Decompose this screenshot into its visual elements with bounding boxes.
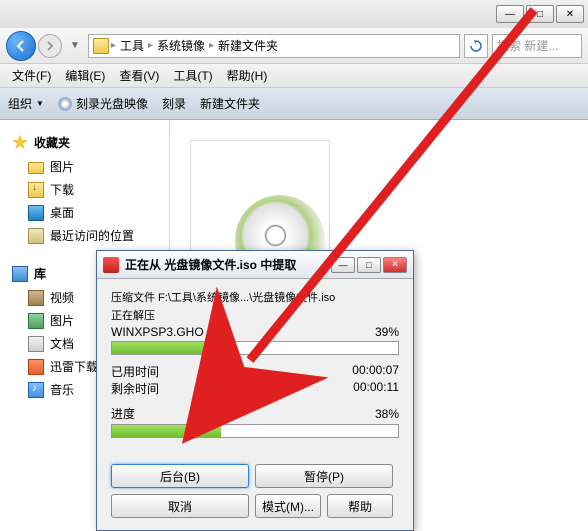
libraries-label: 库: [34, 265, 46, 282]
toolbar: 组织 ▼ 刻录光盘映像 刻录 新建文件夹: [0, 88, 588, 120]
desktop-icon: [28, 205, 44, 221]
sidebar-item-label: 最近访问的位置: [50, 227, 134, 244]
cancel-button[interactable]: 取消: [111, 494, 249, 518]
folder-icon: [28, 162, 44, 174]
pause-button[interactable]: 暂停(P): [255, 464, 393, 488]
sidebar-item-label: 桌面: [50, 204, 74, 221]
total-progress-fill: [112, 425, 221, 437]
minimize-button[interactable]: —: [496, 5, 524, 23]
progress-label: 进度: [111, 405, 135, 422]
organize-button[interactable]: 组织 ▼: [8, 95, 44, 112]
navigation-bar: ▼ ▸ 工具 ▸ 系统镜像 ▸ 新建文件夹 搜索 新建...: [0, 28, 588, 64]
dialog-close-button[interactable]: ✕: [383, 257, 407, 273]
mode-button[interactable]: 模式(M)...: [255, 494, 321, 518]
menu-file[interactable]: 文件(F): [6, 65, 57, 86]
download-icon: [28, 182, 44, 198]
sidebar-item-downloads[interactable]: 下载: [0, 178, 169, 201]
dialog-button-row: 后台(B) 暂停(P) 取消 模式(M)... 帮助: [97, 456, 413, 530]
video-icon: [28, 290, 44, 306]
burn-image-button[interactable]: 刻录光盘映像: [58, 95, 148, 112]
remain-label: 剩余时间: [111, 380, 159, 397]
menu-view[interactable]: 查看(V): [113, 65, 165, 86]
forward-button[interactable]: [38, 34, 62, 58]
extract-dialog: 正在从 光盘镜像文件.iso 中提取 — □ ✕ 压缩文件 F:\工具\系统镜像…: [96, 250, 414, 531]
compress-path: 压缩文件 F:\工具\系统镜像...\光盘镜像文件.iso: [111, 289, 399, 305]
chevron-down-icon: ▼: [36, 99, 44, 108]
back-button[interactable]: [6, 31, 36, 61]
elapsed-label: 已用时间: [111, 363, 159, 380]
burn-button[interactable]: 刻录: [162, 95, 186, 112]
file-progress-bar: [111, 341, 399, 355]
chevron-right-icon: ▸: [209, 40, 214, 51]
breadcrumb-item[interactable]: 新建文件夹: [216, 37, 280, 54]
remain-value: 00:00:11: [353, 380, 399, 397]
history-dropdown[interactable]: ▼: [66, 40, 84, 51]
total-percent: 38%: [375, 407, 399, 421]
window-titlebar: — □ ✕: [0, 0, 588, 28]
background-button[interactable]: 后台(B): [111, 464, 249, 488]
sidebar-item-label: 迅雷下载: [50, 358, 98, 375]
menu-help[interactable]: 帮助(H): [221, 65, 274, 86]
library-icon: [12, 266, 28, 282]
menu-tools[interactable]: 工具(T): [167, 65, 218, 86]
extracting-label: 正在解压: [111, 307, 399, 323]
refresh-button[interactable]: [464, 34, 488, 58]
dialog-maximize-button[interactable]: □: [357, 257, 381, 273]
organize-label: 组织: [8, 95, 32, 112]
current-file-row: WINXPSP3.GHO 39%: [111, 325, 399, 339]
dialog-body: 压缩文件 F:\工具\系统镜像...\光盘镜像文件.iso 正在解压 WINXP…: [97, 279, 413, 456]
music-icon: [28, 382, 44, 398]
chevron-right-icon: ▸: [111, 40, 116, 51]
sidebar-item-label: 图片: [50, 312, 74, 329]
dialog-minimize-button[interactable]: —: [331, 257, 355, 273]
current-file-name: WINXPSP3.GHO: [111, 325, 204, 339]
dialog-title: 正在从 光盘镜像文件.iso 中提取: [125, 256, 325, 273]
favorites-group: 收藏夹 图片 下载 桌面 最近访问的位置: [0, 130, 169, 247]
sidebar-item-label: 图片: [50, 158, 74, 175]
disc-icon: [58, 97, 72, 111]
sidebar-item-recent[interactable]: 最近访问的位置: [0, 224, 169, 247]
dialog-titlebar[interactable]: 正在从 光盘镜像文件.iso 中提取 — □ ✕: [97, 251, 413, 279]
total-progress-bar: [111, 424, 399, 438]
star-icon: [12, 135, 28, 151]
elapsed-row: 已用时间 00:00:07: [111, 363, 399, 380]
breadcrumb-item[interactable]: 工具: [118, 37, 146, 54]
breadcrumb[interactable]: ▸ 工具 ▸ 系统镜像 ▸ 新建文件夹: [88, 34, 460, 58]
xunlei-icon: [28, 359, 44, 375]
sidebar-item-label: 下载: [50, 181, 74, 198]
file-progress-fill: [112, 342, 224, 354]
menu-bar: 文件(F) 编辑(E) 查看(V) 工具(T) 帮助(H): [0, 64, 588, 88]
breadcrumb-item[interactable]: 系统镜像: [155, 37, 207, 54]
help-button[interactable]: 帮助: [327, 494, 393, 518]
folder-icon: [93, 38, 109, 54]
dialog-window-buttons: — □ ✕: [331, 257, 407, 273]
sidebar-item-label: 音乐: [50, 381, 74, 398]
recent-icon: [28, 228, 44, 244]
sidebar-item-label: 视频: [50, 289, 74, 306]
close-button[interactable]: ✕: [556, 5, 584, 23]
new-folder-button[interactable]: 新建文件夹: [200, 95, 260, 112]
sidebar-item-label: 文档: [50, 335, 74, 352]
sidebar-item-pictures[interactable]: 图片: [0, 155, 169, 178]
app-icon: [103, 257, 119, 273]
total-progress-row: 进度 38%: [111, 405, 399, 422]
menu-edit[interactable]: 编辑(E): [59, 65, 111, 86]
current-file-percent: 39%: [375, 325, 399, 339]
document-icon: [28, 336, 44, 352]
sidebar-item-desktop[interactable]: 桌面: [0, 201, 169, 224]
elapsed-value: 00:00:07: [352, 363, 399, 380]
burn-image-label: 刻录光盘映像: [76, 95, 148, 112]
maximize-button[interactable]: □: [526, 5, 554, 23]
favorites-header[interactable]: 收藏夹: [0, 130, 169, 155]
chevron-right-icon: ▸: [148, 40, 153, 51]
remain-row: 剩余时间 00:00:11: [111, 380, 399, 397]
search-input[interactable]: 搜索 新建...: [492, 34, 582, 58]
picture-icon: [28, 313, 44, 329]
favorites-label: 收藏夹: [34, 134, 70, 151]
